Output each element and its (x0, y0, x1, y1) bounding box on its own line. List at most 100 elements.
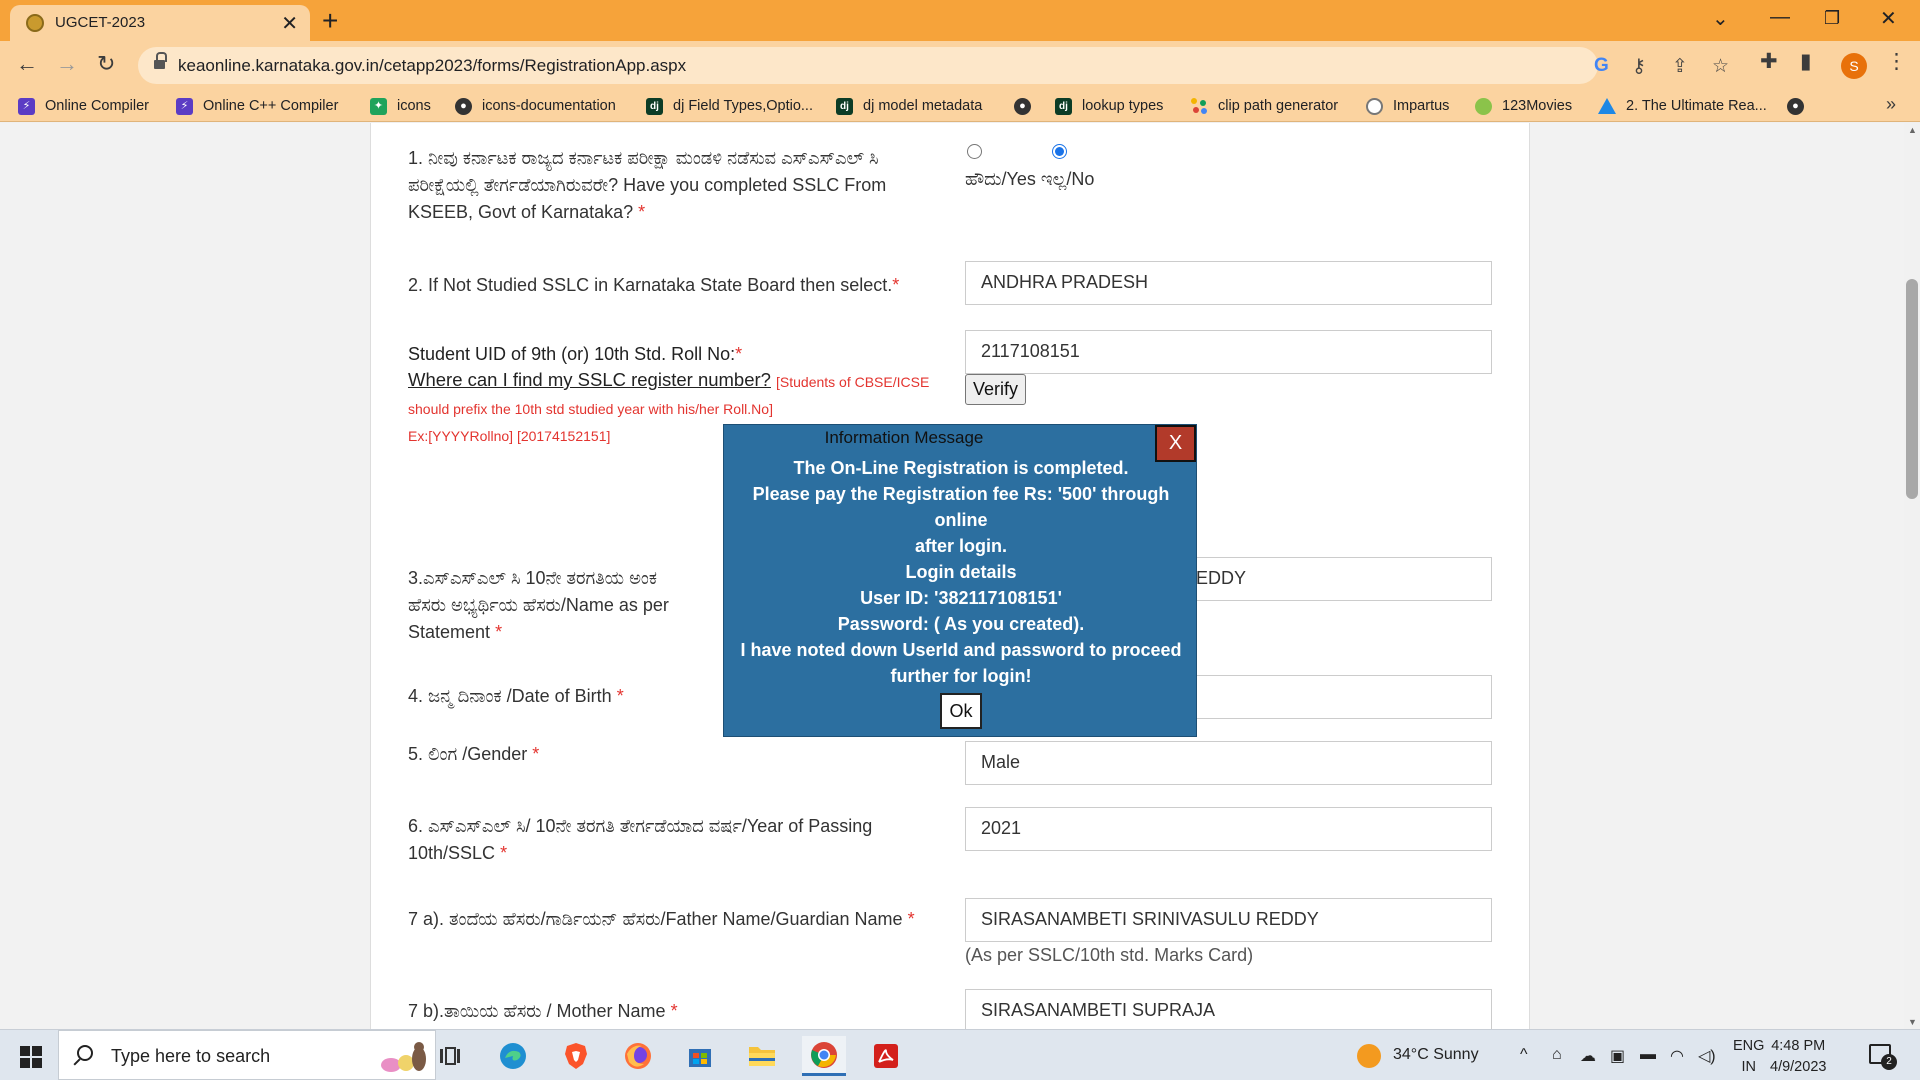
firefox-icon[interactable] (616, 1036, 660, 1076)
windows-taskbar: Type here to search 34°C Sunny ^ ⌂ ☁ ▣ ▬… (0, 1029, 1920, 1080)
django-icon: dj (1055, 97, 1072, 115)
bookmarks-bar: ⚡ Online Compiler ⚡ Online C++ Compiler ✦ i… (0, 90, 1920, 122)
tab-title: UGCET-2023 (55, 14, 146, 31)
restore-icon[interactable]: ❐ (1824, 8, 1840, 29)
film-icon (1475, 97, 1492, 115)
verify-button[interactable]: Verify (965, 374, 1027, 405)
globe-icon: ● (455, 97, 472, 115)
django-icon: dj (836, 97, 853, 115)
weather-text[interactable]: 34°C Sunny (1393, 1046, 1479, 1064)
tab-search-chevron-icon[interactable]: ⌄ (1712, 6, 1729, 31)
forward-icon[interactable]: → (56, 51, 78, 77)
bookmark-globe[interactable]: ● (1014, 96, 1041, 116)
q5-gender-select[interactable]: Male (965, 741, 1492, 785)
bookmark-ultimate-rea[interactable]: 2. The Ultimate Rea... (1598, 96, 1767, 116)
q1-radio-yes[interactable] (967, 144, 982, 159)
icons-app-icon: ✦ (370, 97, 387, 115)
address-bar[interactable]: keaonline.karnataka.gov.in/cetapp2023/fo… (138, 47, 1729, 84)
bookmarks-overflow-icon[interactable]: » (1886, 94, 1896, 115)
bookmark-online-compiler[interactable]: ⚡ Online Compiler (18, 96, 149, 116)
q6-label: 6. ಎಸ್‌ಎಸ್‌ಎಲ್ ಸಿ/ 10ನೇ ತರಗತಿ ತೇರ್ಗಡೆಯಾದ… (408, 816, 873, 863)
dialog-message: The On-Line Registration is completed. P… (740, 458, 1182, 686)
drive-icon (1598, 98, 1616, 114)
tab-ugcet[interactable]: UGCET-2023 ✕ (10, 5, 310, 41)
search-highlight-art-icon (381, 1042, 426, 1072)
q1-radio-no[interactable] (1052, 144, 1067, 159)
google-lens-icon[interactable]: G (1594, 55, 1609, 77)
globe-icon: ● (1787, 97, 1804, 115)
onedrive-cloud-icon[interactable]: ☁ (1580, 1046, 1596, 1066)
minimize-icon[interactable]: — (1770, 6, 1790, 29)
task-view-icon[interactable] (428, 1036, 472, 1076)
acrobat-reader-icon[interactable] (864, 1036, 908, 1076)
q2-state-select[interactable]: ANDHRA PRADESH (965, 261, 1492, 305)
back-icon[interactable]: ← (16, 51, 38, 77)
dialog-ok-button[interactable]: Ok (940, 693, 982, 729)
uid-note-2: should prefix the 10th std studied year … (408, 401, 773, 417)
microsoft-store-icon[interactable] (678, 1036, 722, 1076)
new-tab-icon[interactable]: + (322, 5, 338, 37)
key-icon[interactable]: ⚷ (1632, 55, 1646, 78)
scroll-down-icon[interactable]: ▼ (1908, 1017, 1917, 1027)
bookmark-icons-documentation[interactable]: ● icons-documentation (455, 96, 616, 116)
edge-browser-icon[interactable] (491, 1036, 535, 1076)
notification-count-badge: 2 (1881, 1054, 1897, 1070)
scrollbar-thumb[interactable] (1906, 279, 1918, 499)
lock-icon[interactable] (154, 52, 167, 70)
lightning-icon: ⚡ (176, 97, 193, 115)
page-scrollbar[interactable]: ▲ ▼ (1904, 123, 1920, 1029)
tray-overflow-chevron-icon[interactable]: ^ (1520, 1046, 1528, 1064)
file-explorer-icon[interactable] (740, 1036, 784, 1076)
input-language[interactable]: ENG IN (1733, 1036, 1764, 1078)
q6-year-input[interactable]: 2021 (965, 807, 1492, 851)
q7a-father-name-input[interactable]: SIRASANAMBETI SRINIVASULU REDDY (965, 898, 1492, 942)
bookmark-clip-path-generator[interactable]: clip path generator (1191, 96, 1338, 116)
menu-kebab-icon[interactable]: ⋮ (1886, 49, 1907, 74)
circle-icon (1366, 97, 1383, 115)
find-sslc-register-link[interactable]: Where can I find my SSLC register number… (408, 369, 771, 391)
bookmark-globe-2[interactable]: ● (1787, 96, 1814, 116)
lightning-icon: ⚡ (18, 97, 35, 115)
volume-icon[interactable]: ◁) (1698, 1046, 1716, 1066)
dots-icon (1191, 97, 1208, 115)
reload-icon[interactable]: ↻ (97, 51, 115, 77)
bookmark-123movies[interactable]: 123Movies (1475, 96, 1572, 116)
bookmark-dj-model-metadata[interactable]: dj dj model metadata (836, 96, 982, 116)
kea-seal-icon (26, 14, 44, 32)
tab-strip: UGCET-2023 ✕ + ⌄ — ❐ ✕ (0, 0, 1920, 41)
battery-icon[interactable]: ▬ (1640, 1046, 1656, 1064)
chrome-taskbar-icon[interactable] (802, 1036, 846, 1076)
django-icon: dj (646, 97, 663, 115)
q1-label: 1. ನೀವು ಕರ್ನಾಟಕ ರಾಜ್ಯದ ಕರ್ನಾಟಕ ಪರೀಕ್ಷಾ ಮ… (408, 148, 887, 222)
information-message-dialog: Information Message X The On-Line Regist… (723, 424, 1197, 737)
uid-roll-input[interactable]: 2117108151 (965, 330, 1492, 374)
q5-label: 5. ಲಿಂಗ /Gender * (408, 744, 540, 764)
taskbar-search-box[interactable]: Type here to search (58, 1030, 436, 1080)
bookmark-dj-field-types[interactable]: dj dj Field Types,Optio... (646, 96, 813, 116)
q7a-helper: (As per SSLC/10th std. Marks Card) (965, 945, 1254, 965)
display-icon[interactable]: ▣ (1610, 1046, 1625, 1066)
bookmark-online-cpp-compiler[interactable]: ⚡ Online C++ Compiler (176, 96, 338, 116)
wifi-icon[interactable]: ◠ (1670, 1046, 1684, 1066)
url-text[interactable]: keaonline.karnataka.gov.in/cetapp2023/fo… (178, 56, 686, 76)
system-clock[interactable]: 4:48 PM 4/9/2023 (1770, 1036, 1826, 1078)
close-window-icon[interactable]: ✕ (1880, 6, 1897, 31)
q7b-mother-name-input[interactable]: SIRASANAMBETI SUPRAJA (965, 989, 1492, 1029)
weather-sun-icon[interactable] (1357, 1044, 1381, 1068)
brave-browser-icon[interactable] (554, 1036, 598, 1076)
scroll-up-icon[interactable]: ▲ (1908, 125, 1917, 135)
profile-avatar[interactable]: S (1841, 53, 1867, 79)
bookmark-star-icon[interactable]: ☆ (1712, 55, 1729, 78)
bookmark-icons[interactable]: ✦ icons (370, 96, 431, 116)
q2-label: 2. If Not Studied SSLC in Karnataka Stat… (408, 275, 900, 295)
bookmark-impartus[interactable]: Impartus (1366, 96, 1449, 116)
windows-start-icon[interactable] (20, 1046, 42, 1068)
meet-now-icon[interactable]: ⌂ (1552, 1046, 1562, 1064)
dialog-title: Information Message (824, 428, 984, 447)
share-icon[interactable]: ⇪ (1672, 55, 1688, 78)
tab-close-icon[interactable]: ✕ (281, 11, 298, 36)
notifications-icon[interactable]: 2 (1869, 1044, 1897, 1070)
extensions-puzzle-icon[interactable]: ✚ (1760, 49, 1778, 74)
side-panel-icon[interactable]: ▮ (1800, 49, 1812, 74)
bookmark-lookup-types[interactable]: dj lookup types (1055, 96, 1163, 116)
